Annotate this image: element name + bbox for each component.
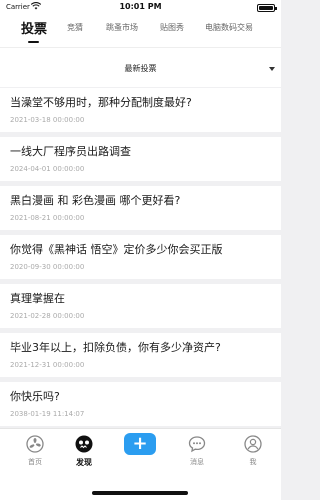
active-tab-indicator (28, 41, 39, 43)
list-item[interactable]: 毕业3年以上，扣除负债，你有多少净资产? 2021-12-31 00:00:00 (0, 333, 281, 377)
status-bar: Carrier 10:01 PM (0, 0, 281, 15)
sort-filter-label: 最新投票 (124, 64, 157, 73)
profile-icon (244, 435, 262, 453)
caret-down-icon[interactable] (269, 67, 275, 71)
sort-filter-bar[interactable]: 最新投票 (0, 47, 281, 87)
plus-icon: + (124, 433, 156, 455)
list-item[interactable]: 黑白漫画 和 彩色漫画 哪个更好看? 2021-08-21 00:00:00 (0, 186, 281, 230)
discover-icon (75, 435, 93, 453)
tab-image-show[interactable]: 贴图秀 (160, 22, 184, 33)
item-date: 2021-03-18 00:00:00 (10, 116, 85, 124)
battery-icon (257, 4, 277, 12)
nav-me-label: 我 (249, 458, 257, 466)
nav-messages-label: 消息 (190, 458, 204, 466)
list-item[interactable]: 你觉得《黑神话 悟空》定价多少你会买正版 2020-09-30 00:00:00 (0, 235, 281, 279)
item-title: 你觉得《黑神话 悟空》定价多少你会买正版 (10, 243, 223, 256)
category-tabs: 投票 竞猜 跳蚤市场 贴图秀 电脑数码交易 (0, 15, 281, 47)
item-date: 2021-08-21 00:00:00 (10, 214, 85, 222)
item-date: 2021-12-31 00:00:00 (10, 361, 85, 369)
tab-electronics-trade[interactable]: 电脑数码交易 (205, 22, 253, 33)
tab-vote[interactable]: 投票 (21, 18, 47, 37)
list-item[interactable]: 一线大厂程序员出路调查 2024-04-01 00:00:00 (0, 137, 281, 181)
item-title: 一线大厂程序员出路调查 (10, 145, 131, 158)
tab-guess[interactable]: 竞猜 (67, 22, 83, 33)
item-date: 2024-04-01 00:00:00 (10, 165, 85, 173)
item-title: 毕业3年以上，扣除负债，你有多少净资产? (10, 341, 221, 354)
tab-flea-market[interactable]: 跳蚤市场 (106, 22, 138, 33)
home-indicator (92, 491, 188, 495)
list-item[interactable]: 当澡堂不够用时，那种分配制度最好? 2021-03-18 00:00:00 (0, 88, 281, 132)
nav-home-label: 首页 (28, 458, 42, 466)
item-title: 你快乐吗? (10, 390, 60, 403)
list-item[interactable]: 你快乐吗? 2038-01-19 11:14:07 (0, 382, 281, 426)
item-date: 2020-09-30 00:00:00 (10, 263, 85, 271)
chat-bubble-icon (188, 436, 206, 453)
list-item[interactable]: 真理掌握在 2021-02-28 00:00:00 (0, 284, 281, 328)
item-title: 当澡堂不够用时，那种分配制度最好? (10, 96, 192, 109)
item-date: 2021-02-28 00:00:00 (10, 312, 85, 320)
item-date: 2038-01-19 11:14:07 (10, 410, 85, 418)
item-title: 黑白漫画 和 彩色漫画 哪个更好看? (10, 194, 181, 207)
bottom-tab-bar: 首页 发现 + 消息 我 (0, 428, 281, 500)
item-title: 真理掌握在 (10, 292, 65, 305)
status-time: 10:01 PM (119, 2, 162, 11)
nav-discover-label: 发现 (76, 458, 92, 467)
fan-icon (26, 435, 44, 453)
